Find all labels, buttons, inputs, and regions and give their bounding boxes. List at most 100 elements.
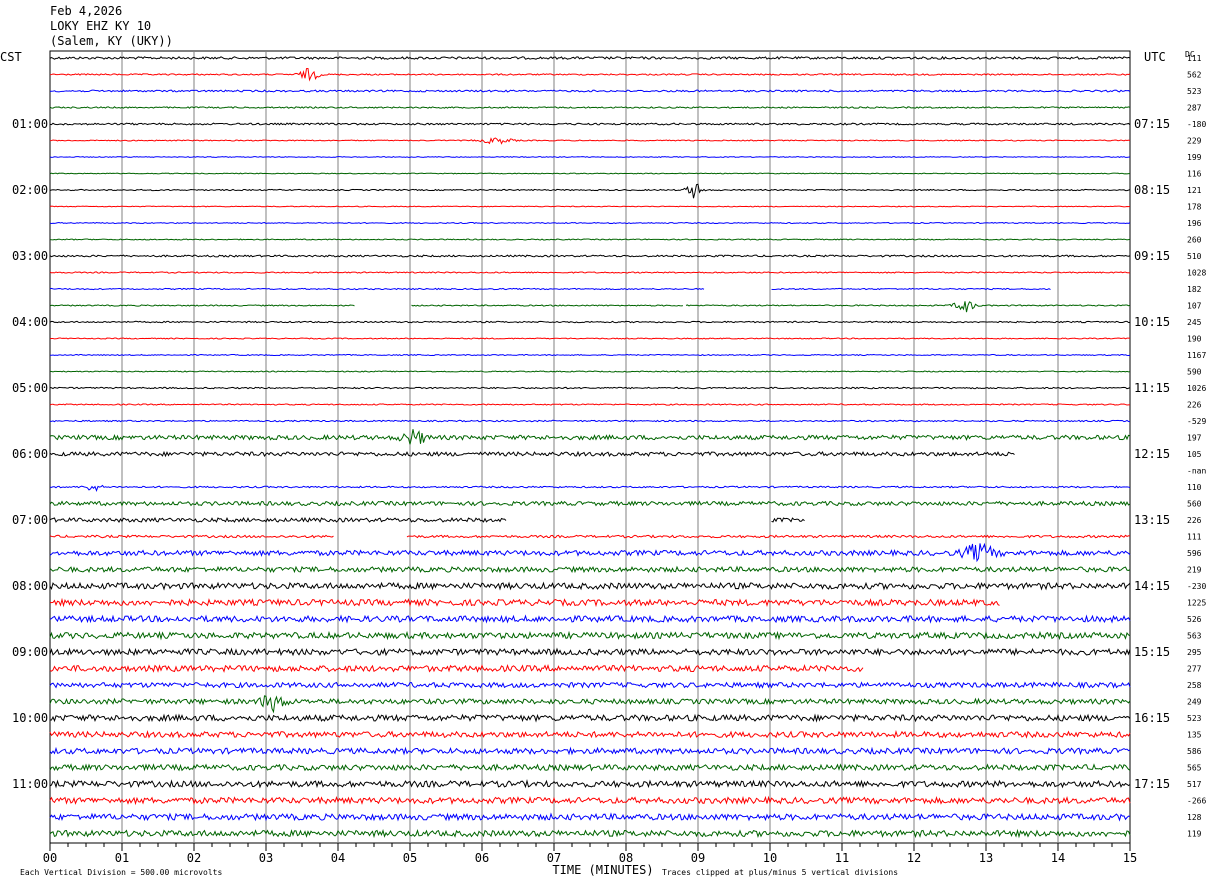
dc-offset-value: 245 <box>1187 318 1202 327</box>
helicorder-plot: 00 01 02 03 04 05 06 07 08 09 10 11 12 13 14 15TIME (MI… <box>0 50 1206 877</box>
seismic-trace <box>49 172 1131 175</box>
seismic-trace <box>49 663 864 674</box>
seismic-trace <box>49 763 1131 772</box>
dc-offset-value: 295 <box>1187 648 1202 657</box>
seismic-trace <box>49 221 1131 225</box>
x-tick-label: 15 <box>1123 851 1137 865</box>
seismic-trace <box>49 137 1131 145</box>
dc-offset-value: 111 <box>1187 54 1202 63</box>
seismic-trace <box>49 534 1131 539</box>
dc-offset-value: 565 <box>1187 764 1202 773</box>
x-axis-label: TIME (MINUTES) <box>552 863 653 877</box>
scale-note: Each Vertical Division = 500.00 microvol… <box>20 868 222 877</box>
utc-hour-label: 16:15 <box>1134 711 1170 725</box>
dc-offset-value: 135 <box>1187 731 1202 740</box>
dc-offset-value: 1225 <box>1187 599 1206 608</box>
utc-hour-label: 08:15 <box>1134 183 1170 197</box>
seismic-trace <box>49 301 1131 313</box>
seismic-trace <box>49 484 1131 492</box>
time-labels: CST UTC DC01:0002:0003:0004:0005:0006:0007… <box>0 50 1206 839</box>
dc-offset-value: -230 <box>1187 582 1206 591</box>
dc-offset-value: 128 <box>1187 813 1202 822</box>
dc-offset-value: 562 <box>1187 71 1202 80</box>
dc-offset-value: 277 <box>1187 665 1202 674</box>
cst-hour-label: 05:00 <box>12 381 48 395</box>
seismic-trace <box>49 779 1131 789</box>
seismic-trace <box>49 630 1131 641</box>
dc-offset-value: 105 <box>1187 450 1202 459</box>
clip-note: Traces clipped at plus/minus 5 vertical … <box>662 868 898 877</box>
seismic-trace <box>49 746 1131 756</box>
seismic-trace <box>49 287 1051 291</box>
utc-hour-label: 12:15 <box>1134 447 1170 461</box>
seismic-trace <box>49 320 1131 324</box>
seismic-trace <box>49 795 1131 806</box>
seismic-trace <box>49 713 1131 723</box>
dc-offset-value: 226 <box>1187 401 1202 410</box>
seismic-trace <box>49 450 1015 458</box>
cst-hour-label: 02:00 <box>12 183 48 197</box>
x-tick-label: 04 <box>331 851 345 865</box>
time-axis: 00 01 02 03 04 05 06 07 08 09 10 11 12 13 14 15TIME (MI… <box>20 843 1137 877</box>
dc-offset-value: 586 <box>1187 747 1202 756</box>
seismic-trace <box>49 647 1131 657</box>
cst-hour-label: 07:00 <box>12 513 48 527</box>
dc-offset-value: 596 <box>1187 549 1202 558</box>
cst-hour-label: 03:00 <box>12 249 48 263</box>
cst-hour-label: 08:00 <box>12 579 48 593</box>
dc-offset-value: 111 <box>1187 533 1202 542</box>
dc-offset-value: -529 <box>1187 417 1206 426</box>
cst-hour-label: 10:00 <box>12 711 48 725</box>
seismic-trace <box>49 271 1131 274</box>
dc-offset-value: 287 <box>1187 104 1202 113</box>
x-tick-label: 06 <box>475 851 489 865</box>
seismic-trace <box>49 370 1131 373</box>
dc-offset-value: 197 <box>1187 434 1202 443</box>
x-tick-label: 02 <box>187 851 201 865</box>
seismic-trace <box>49 695 1131 714</box>
cst-hour-label: 06:00 <box>12 447 48 461</box>
utc-hour-label: 14:15 <box>1134 579 1170 593</box>
utc-label: UTC <box>1144 50 1166 64</box>
x-tick-label: 05 <box>403 851 417 865</box>
seismic-trace <box>49 122 1131 126</box>
x-tick-label: 03 <box>259 851 273 865</box>
cst-hour-label: 04:00 <box>12 315 48 329</box>
seismic-trace <box>49 597 1000 608</box>
seismic-trace <box>49 386 1131 390</box>
seismic-trace <box>49 581 1131 591</box>
cst-hour-label: 01:00 <box>12 117 48 131</box>
dc-offset-value: 260 <box>1187 236 1202 245</box>
dc-offset-value: 1167 <box>1187 351 1206 360</box>
seismic-trace <box>49 89 1131 93</box>
x-tick-label: 01 <box>115 851 129 865</box>
seismic-trace <box>49 106 1131 109</box>
seismic-trace <box>49 500 1131 507</box>
x-tick-label: 14 <box>1051 851 1065 865</box>
dc-offset-value: 510 <box>1187 252 1202 261</box>
dc-offset-value: 199 <box>1187 153 1202 162</box>
seismic-trace <box>49 353 1131 357</box>
seismic-trace <box>49 565 1131 574</box>
utc-hour-label: 07:15 <box>1134 117 1170 131</box>
dc-offset-value: 121 <box>1187 186 1202 195</box>
trace-group <box>49 55 1131 839</box>
x-tick-label: 00 <box>43 851 57 865</box>
cst-hour-label: 09:00 <box>12 645 48 659</box>
x-tick-label: 13 <box>979 851 993 865</box>
x-tick-label: 11 <box>835 851 849 865</box>
utc-hour-label: 13:15 <box>1134 513 1170 527</box>
utc-hour-label: 17:15 <box>1134 777 1170 791</box>
seismic-trace <box>49 812 1131 822</box>
dc-offset-value: 523 <box>1187 87 1202 96</box>
dc-offset-value: 249 <box>1187 698 1202 707</box>
dc-offset-value: 219 <box>1187 566 1202 575</box>
dc-offset-value: 229 <box>1187 137 1202 146</box>
seismic-trace <box>49 156 1131 158</box>
dc-offset-value: 523 <box>1187 714 1202 723</box>
seismic-trace <box>49 681 1131 689</box>
dc-offset-value: 1028 <box>1187 269 1206 278</box>
seismic-trace <box>49 614 1131 624</box>
x-tick-label: 12 <box>907 851 921 865</box>
utc-hour-label: 10:15 <box>1134 315 1170 329</box>
